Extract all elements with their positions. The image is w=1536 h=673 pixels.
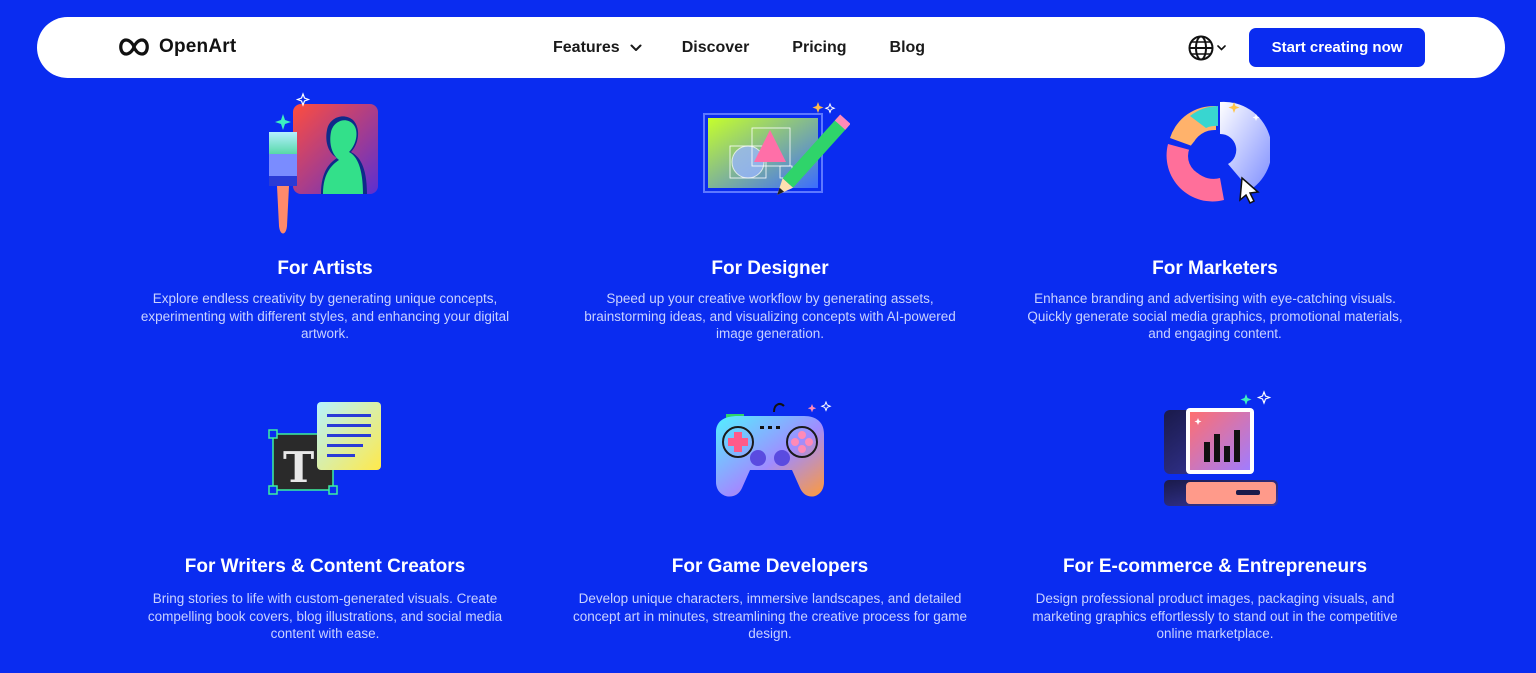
card-description: Design professional product images, pack… xyxy=(1032,591,1398,641)
card-title: For Designer xyxy=(711,258,829,279)
language-selector[interactable] xyxy=(1187,34,1226,62)
card-description: Develop unique characters, immersive lan… xyxy=(573,591,967,641)
main-nav: Features Discover Pricing Blog xyxy=(553,17,925,78)
paintbrush-portrait-icon xyxy=(269,92,378,234)
brand-name: OpenArt xyxy=(159,36,237,57)
card-title: For Game Developers xyxy=(671,556,869,577)
chevron-down-icon xyxy=(1217,45,1226,51)
feature-card-ecommerce: For E-commerce & Entrepreneurs Design pr… xyxy=(995,390,1435,650)
computer-bar-chart-icon xyxy=(1164,390,1278,506)
brand-logo[interactable]: OpenArt xyxy=(116,36,236,58)
nav-features-label: Features xyxy=(553,38,620,56)
card-description: Bring stories to life with custom-genera… xyxy=(147,591,503,641)
card-description: Explore endless creativity by generating… xyxy=(140,291,510,341)
nav-features[interactable]: Features xyxy=(553,39,642,57)
nav-blog[interactable]: Blog xyxy=(890,39,926,57)
svg-text:T: T xyxy=(283,443,314,492)
top-navigation-bar: OpenArt Features Discover Pricing Blog S… xyxy=(37,17,1505,78)
feature-card-designer: For Designer Speed up your creative work… xyxy=(550,90,990,350)
chevron-down-icon xyxy=(630,44,642,51)
card-title: For E-commerce & Entrepreneurs xyxy=(1062,556,1368,577)
start-creating-button[interactable]: Start creating now xyxy=(1249,28,1425,67)
donut-chart-cursor-icon xyxy=(1166,101,1270,205)
feature-card-game-developers: For Game Developers Develop unique chara… xyxy=(550,390,990,650)
text-document-icon: T xyxy=(268,402,381,495)
feature-card-writers: T For Writers & Content Creators Bring s… xyxy=(105,390,545,650)
card-title: For Artists xyxy=(277,258,373,279)
feature-card-artists: For Artists Explore endless creativity b… xyxy=(105,90,545,350)
card-title: For Marketers xyxy=(1152,258,1278,279)
globe-icon xyxy=(1188,35,1214,61)
infinity-logo-icon xyxy=(119,38,149,56)
feature-card-marketers: For Marketers Enhance branding and adver… xyxy=(995,90,1435,350)
nav-pricing[interactable]: Pricing xyxy=(792,39,846,57)
design-canvas-pencil-icon xyxy=(703,102,850,196)
nav-discover[interactable]: Discover xyxy=(682,39,750,57)
gamepad-icon xyxy=(716,400,832,497)
card-description: Enhance branding and advertising with ey… xyxy=(1027,291,1403,341)
card-description: Speed up your creative workflow by gener… xyxy=(584,291,956,341)
card-title: For Writers & Content Creators xyxy=(184,556,466,577)
